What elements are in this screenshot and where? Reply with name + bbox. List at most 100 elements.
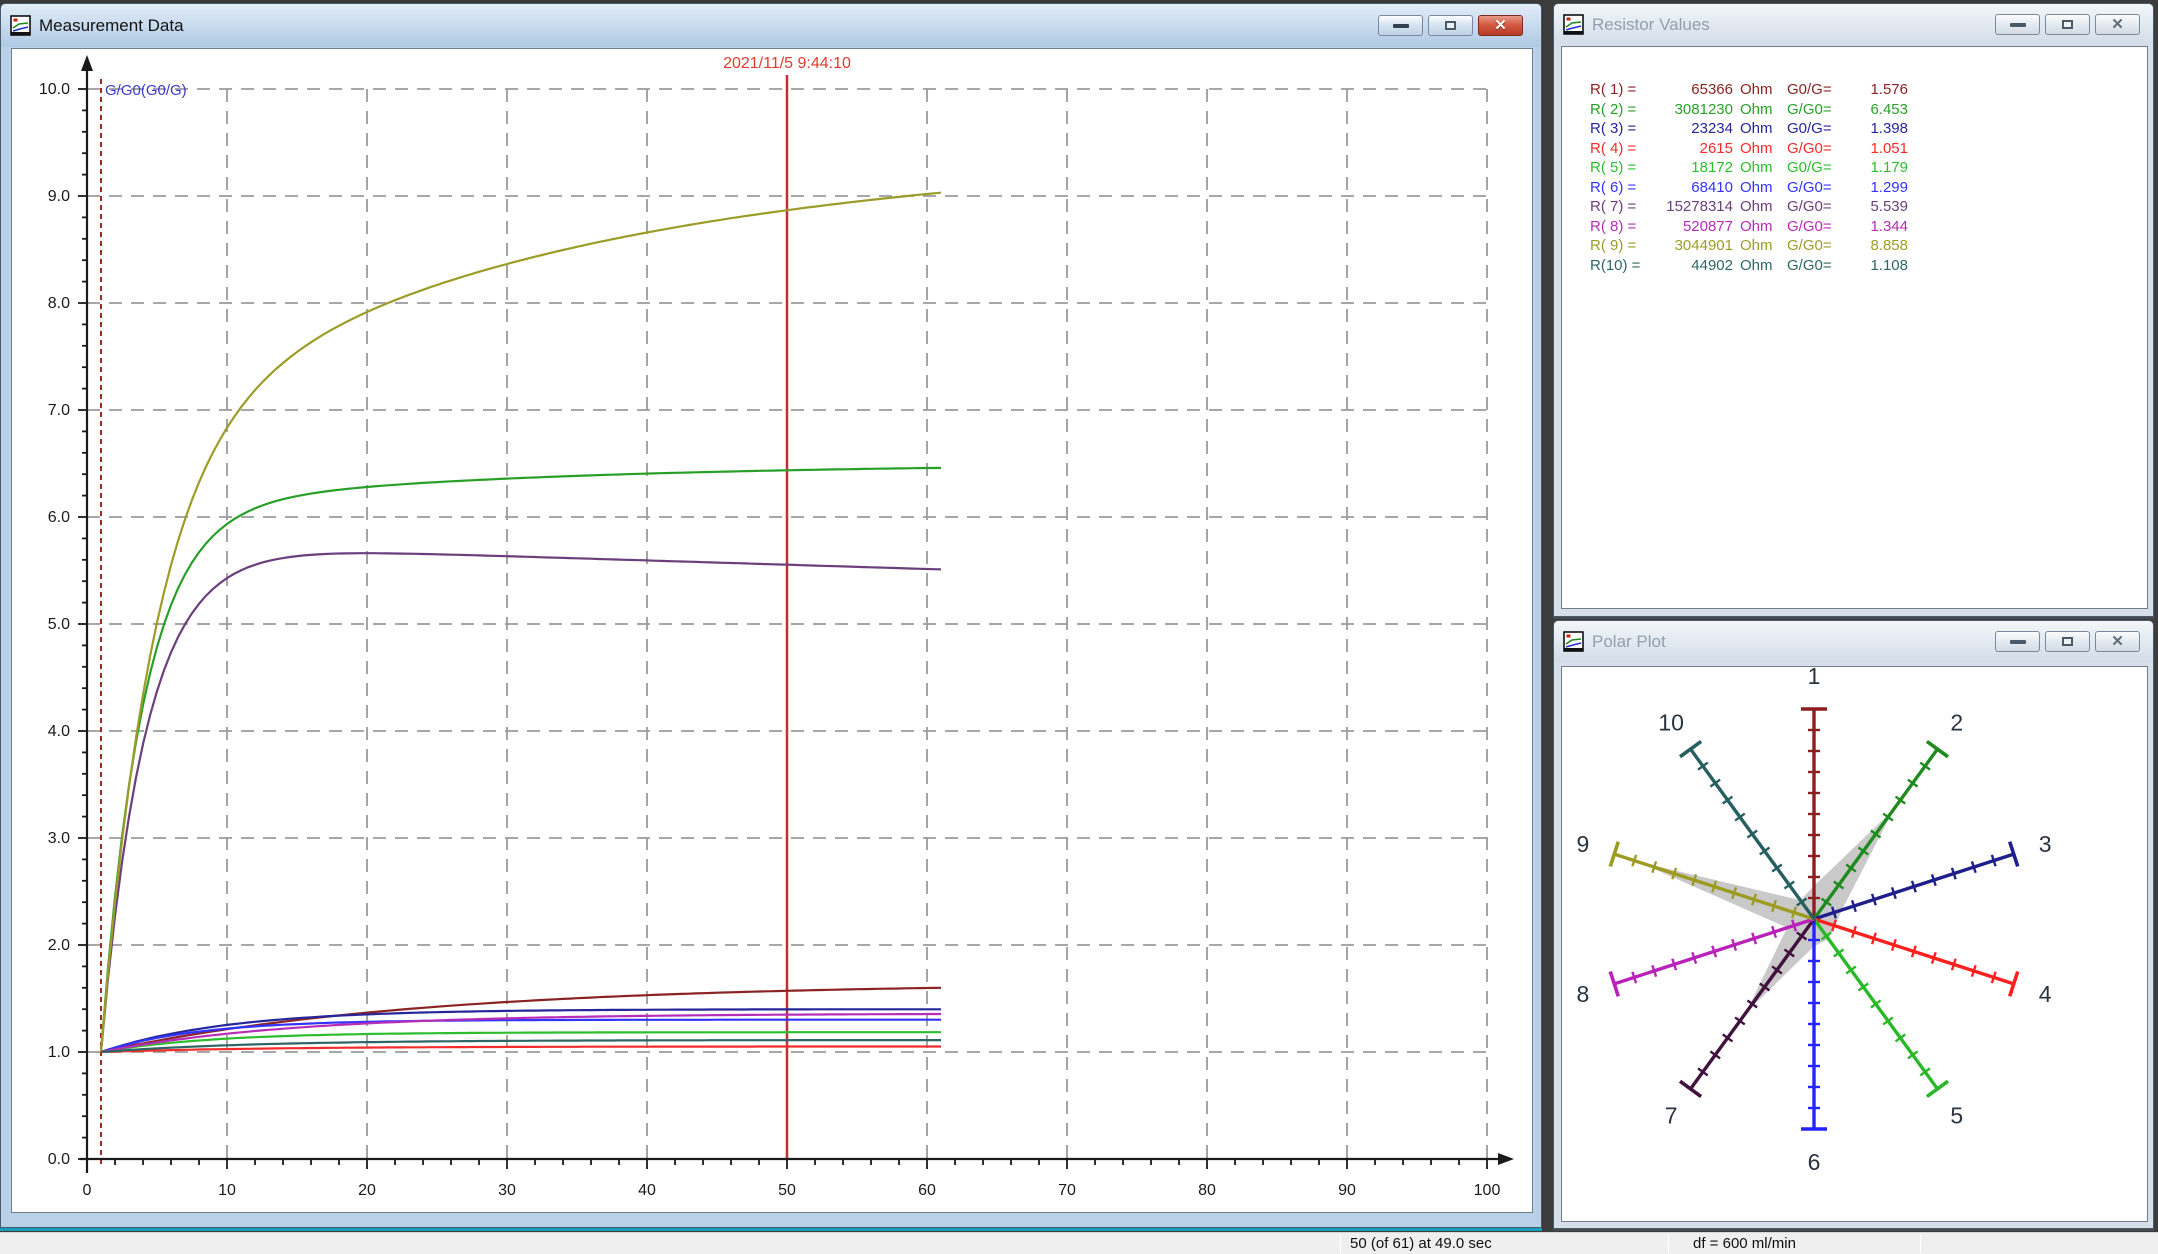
- resistor-row-8: R( 8) =520877OhmG/G0=1.344: [1590, 217, 2147, 237]
- window-title: Measurement Data: [39, 16, 184, 36]
- resistor-label: R( 4) =: [1590, 140, 1640, 157]
- resistor-client-area: R( 1) =65366OhmG0/G=1.576R( 2) =3081230O…: [1561, 46, 2148, 609]
- resistor-label: R( 8) =: [1590, 218, 1640, 235]
- ratio-label: G/G0=: [1778, 237, 1848, 254]
- y-tick-label: 4.0: [48, 723, 70, 740]
- axis-ticks: [78, 89, 1487, 1169]
- arm-label-2: 2: [1950, 709, 1963, 735]
- ratio-label: G0/G=: [1778, 120, 1848, 137]
- resistance-unit: Ohm: [1733, 101, 1778, 118]
- y-axis-title: G/G0(G0/G): [105, 82, 187, 99]
- resistor-values-window: Resistor Values ✕ R( 1) =65366OhmG0/G=1.…: [1553, 3, 2154, 617]
- close-button[interactable]: ✕: [2095, 14, 2140, 35]
- x-tick-label: 20: [358, 1182, 376, 1199]
- arm-end-cap: [1680, 741, 1701, 756]
- y-tick-label: 6.0: [48, 509, 70, 526]
- minimize-button[interactable]: [1378, 15, 1423, 36]
- axes: [80, 65, 1504, 1173]
- resistance-unit: Ohm: [1733, 120, 1778, 137]
- minimize-button[interactable]: [1995, 14, 2040, 35]
- arm-label-5: 5: [1950, 1103, 1963, 1129]
- measurement-titlebar[interactable]: Measurement Data ✕: [1, 4, 1541, 47]
- ratio-label: G/G0=: [1778, 257, 1848, 274]
- x-tick-label: 90: [1338, 1182, 1356, 1199]
- polar-arm-7: [1680, 919, 1814, 1097]
- maximize-icon: [1445, 21, 1456, 30]
- ratio-value: 1.108: [1848, 257, 1908, 274]
- ratio-value: 1.398: [1848, 120, 1908, 137]
- resistor-row-10: R(10) =44902OhmG/G0=1.108: [1590, 256, 2147, 276]
- status-separator: [1668, 1235, 1669, 1253]
- measurement-chart[interactable]: 01020304050607080901000.01.02.03.04.05.0…: [12, 49, 1534, 1214]
- resistor-titlebar[interactable]: Resistor Values ✕: [1554, 4, 2153, 45]
- resistor-label: R( 3) =: [1590, 120, 1640, 137]
- maximize-button[interactable]: [2045, 631, 2090, 652]
- resistor-label: R( 6) =: [1590, 179, 1640, 196]
- ratio-value: 1.299: [1848, 179, 1908, 196]
- resistor-label: R( 1) =: [1590, 81, 1640, 98]
- resistance-value: 2615: [1640, 140, 1733, 157]
- ratio-label: G/G0=: [1778, 140, 1848, 157]
- resistance-value: 520877: [1640, 218, 1733, 235]
- resistor-row-4: R( 4) =2615OhmG/G0=1.051: [1590, 139, 2147, 159]
- x-tick-label: 100: [1474, 1182, 1501, 1199]
- window-title: Polar Plot: [1592, 632, 1666, 652]
- arm-label-6: 6: [1808, 1149, 1821, 1175]
- y-tick-label: 3.0: [48, 830, 70, 847]
- minimize-icon: [2010, 23, 2026, 27]
- resistor-row-5: R( 5) =18172OhmG0/G=1.179: [1590, 158, 2147, 178]
- ratio-value: 1.344: [1848, 218, 1908, 235]
- resistance-value: 3044901: [1640, 237, 1733, 254]
- x-tick-label: 70: [1058, 1182, 1076, 1199]
- arm-end-cap: [1680, 1081, 1701, 1096]
- resistance-value: 68410: [1640, 179, 1733, 196]
- ratio-label: G/G0=: [1778, 101, 1848, 118]
- resistor-row-9: R( 9) =3044901OhmG/G0=8.858: [1590, 236, 2147, 256]
- minimize-button[interactable]: [1995, 631, 2040, 652]
- resistance-unit: Ohm: [1733, 218, 1778, 235]
- resistor-row-7: R( 7) =15278314OhmG/G0=5.539: [1590, 197, 2147, 217]
- arm-label-8: 8: [1576, 981, 1589, 1007]
- arm-end-cap: [1927, 1081, 1948, 1096]
- x-tick-label: 80: [1198, 1182, 1216, 1199]
- ratio-value: 1.179: [1848, 159, 1908, 176]
- close-icon: ✕: [2111, 17, 2124, 32]
- resistance-value: 3081230: [1640, 101, 1733, 118]
- app-chart-icon: [1563, 14, 1584, 35]
- resistance-unit: Ohm: [1733, 81, 1778, 98]
- minimize-icon: [2010, 640, 2026, 644]
- x-tick-label: 40: [638, 1182, 656, 1199]
- y-tick-label: 7.0: [48, 402, 70, 419]
- polar-titlebar[interactable]: Polar Plot ✕: [1554, 621, 2153, 662]
- x-tick-label: 0: [83, 1182, 92, 1199]
- y-tick-label: 9.0: [48, 188, 70, 205]
- x-axis-arrow: [1498, 1153, 1514, 1165]
- y-tick-label: 1.0: [48, 1044, 70, 1061]
- y-tick-label: 5.0: [48, 616, 70, 633]
- maximize-button[interactable]: [2045, 14, 2090, 35]
- maximize-button[interactable]: [1428, 15, 1473, 36]
- ratio-label: G0/G=: [1778, 159, 1848, 176]
- y-tick-label: 10.0: [39, 81, 70, 98]
- y-axis-arrow: [81, 55, 93, 71]
- status-bar: 50 (of 61) at 49.0 sec df = 600 ml/min: [0, 1232, 2158, 1254]
- resistance-unit: Ohm: [1733, 198, 1778, 215]
- close-button[interactable]: ✕: [2095, 631, 2140, 652]
- resistance-unit: Ohm: [1733, 159, 1778, 176]
- app-chart-icon: [10, 15, 31, 36]
- ratio-value: 5.539: [1848, 198, 1908, 215]
- measurement-data-window: Measurement Data ✕ 010203040506070809010…: [0, 3, 1542, 1228]
- resistor-list: R( 1) =65366OhmG0/G=1.576R( 2) =3081230O…: [1562, 47, 2147, 275]
- x-tick-label: 30: [498, 1182, 516, 1199]
- close-button[interactable]: ✕: [1478, 15, 1523, 36]
- resistor-label: R( 5) =: [1590, 159, 1640, 176]
- status-flow-rate: df = 600 ml/min: [1693, 1235, 1796, 1252]
- timestamp-annotation: 2021/11/5 9:44:10: [723, 55, 851, 72]
- resistance-unit: Ohm: [1733, 179, 1778, 196]
- arm-label-7: 7: [1665, 1103, 1678, 1129]
- maximize-icon: [2062, 637, 2073, 646]
- x-tick-label: 50: [778, 1182, 796, 1199]
- resistor-row-2: R( 2) =3081230OhmG/G0=6.453: [1590, 100, 2147, 120]
- polar-chart[interactable]: 12345678910: [1562, 667, 2149, 1223]
- minimize-icon: [1393, 24, 1409, 28]
